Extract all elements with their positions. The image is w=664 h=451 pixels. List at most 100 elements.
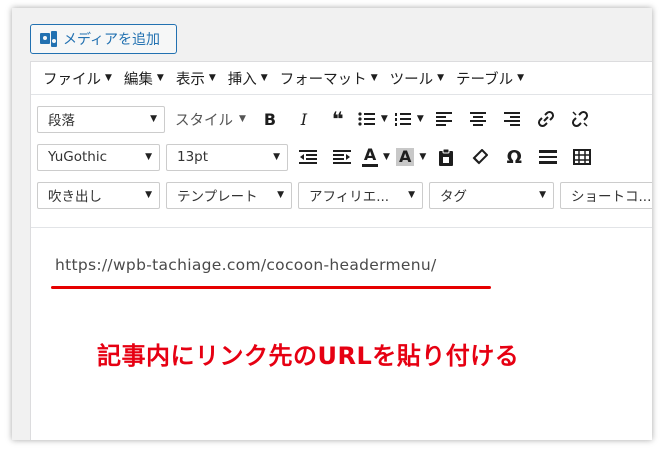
quote-icon: ❝	[332, 107, 344, 131]
clipboard-icon	[439, 148, 454, 166]
add-media-label: メディアを追加	[63, 32, 161, 48]
text-color-button[interactable]: A ▼	[362, 143, 390, 171]
chevron-down-icon: ▼	[370, 73, 378, 83]
bullet-list-icon	[358, 112, 375, 126]
menu-view[interactable]: 表示 ▼	[170, 68, 222, 89]
editor-toolbars: 段落 ▼ スタイル ▼ B I ❝ ▼ ▼ YuGothic ▼ 13pt ▼ …	[31, 95, 652, 214]
shortcode-select[interactable]: ショートコ...	[560, 181, 652, 209]
affiliate-select[interactable]: アフィリエ... ▼	[298, 181, 423, 209]
style-dropdown-label: スタイル	[175, 112, 233, 129]
numbered-list-button[interactable]: ▼	[394, 105, 424, 133]
chevron-down-icon: ▼	[208, 73, 216, 83]
special-character-button[interactable]: Ω	[500, 143, 528, 171]
indent-button[interactable]	[328, 143, 356, 171]
eraser-icon	[472, 149, 489, 165]
pasted-url-text: https://wpb-tachiage.com/cocoon-headerme…	[55, 256, 437, 274]
add-media-button[interactable]: メディアを追加	[30, 24, 177, 54]
affiliate-select-value: アフィリエ...	[309, 189, 390, 205]
menu-file[interactable]: ファイル ▼	[37, 68, 118, 89]
menu-format-label: フォーマット	[279, 71, 367, 88]
menu-file-label: ファイル	[43, 71, 101, 88]
background-color-glyph: A	[399, 147, 412, 166]
chevron-down-icon: ▼	[517, 73, 525, 83]
paste-as-text-button[interactable]	[432, 143, 460, 171]
url-highlight-underline	[51, 286, 491, 289]
clear-formatting-button[interactable]	[466, 143, 494, 171]
chevron-down-icon: ▼	[105, 73, 112, 83]
indent-icon	[333, 150, 351, 164]
chevron-down-icon: ▼	[416, 114, 424, 124]
chevron-down-icon: ▼	[437, 73, 445, 83]
font-family-select[interactable]: YuGothic ▼	[37, 143, 160, 171]
blockquote-button[interactable]: ❝	[324, 105, 352, 133]
link-icon	[537, 110, 554, 128]
font-size-select[interactable]: 13pt ▼	[166, 143, 288, 171]
align-left-icon	[435, 112, 452, 126]
chevron-down-icon: ▼	[380, 114, 388, 124]
chevron-down-icon: ▼	[239, 114, 246, 124]
style-dropdown[interactable]: スタイル ▼	[171, 109, 250, 130]
bold-button[interactable]: B	[256, 105, 284, 133]
tag-select[interactable]: タグ ▼	[429, 181, 554, 209]
insert-link-button[interactable]	[532, 105, 560, 133]
menu-insert-label: 挿入	[227, 71, 257, 88]
chevron-down-icon: ▼	[419, 152, 427, 162]
outdent-button[interactable]	[294, 143, 322, 171]
menu-view-label: 表示	[175, 71, 205, 88]
remove-link-button[interactable]	[566, 105, 594, 133]
table-button[interactable]	[568, 143, 596, 171]
background-color-button[interactable]: A ▼	[396, 143, 426, 171]
chevron-down-icon: ▼	[156, 73, 164, 83]
italic-button[interactable]: I	[290, 105, 318, 133]
format-select[interactable]: 段落 ▼	[37, 105, 165, 133]
align-left-button[interactable]	[430, 105, 458, 133]
chevron-down-icon: ▼	[277, 190, 284, 200]
bold-icon: B	[263, 109, 277, 129]
add-media-icon	[39, 30, 59, 48]
font-family-value: YuGothic	[48, 149, 107, 165]
background-color-icon: A	[396, 147, 415, 166]
menu-tools[interactable]: ツール ▼	[384, 68, 450, 89]
tinymce-editor: ファイル ▼ 編集 ▼ 表示 ▼ 挿入 ▼ フォーマット ▼ ツール ▼ テーブル ▼ 段落 …	[30, 61, 652, 440]
chevron-down-icon: ▼	[539, 190, 546, 200]
text-color-glyph: A	[363, 145, 377, 164]
chevron-down-icon: ▼	[408, 190, 415, 200]
menu-tools-label: ツール	[389, 71, 434, 88]
editor-frame: メディアを追加 ファイル ▼ 編集 ▼ 表示 ▼ 挿入 ▼ フォーマット ▼ ツール ▼ テ…	[12, 8, 652, 440]
chevron-down-icon: ▼	[150, 114, 157, 124]
instruction-annotation: 記事内にリンク先のURLを貼り付ける	[97, 342, 520, 370]
menu-edit-label: 編集	[123, 71, 153, 88]
outdent-icon	[299, 150, 317, 164]
menu-table-label: テーブル	[456, 71, 514, 88]
shortcode-select-value: ショートコ...	[571, 189, 652, 205]
toolbar-row-1: 段落 ▼ スタイル ▼ B I ❝ ▼ ▼	[37, 100, 652, 138]
chevron-down-icon: ▼	[145, 190, 152, 200]
menu-edit[interactable]: 編集 ▼	[118, 68, 170, 89]
unlink-icon	[571, 110, 588, 128]
table-icon	[573, 149, 592, 165]
chevron-down-icon: ▼	[145, 152, 152, 162]
balloon-select[interactable]: 吹き出し ▼	[37, 181, 160, 209]
menu-table[interactable]: テーブル ▼	[450, 68, 530, 89]
numbered-list-icon	[394, 113, 411, 126]
font-size-value: 13pt	[177, 149, 209, 165]
bullet-list-button[interactable]: ▼	[358, 105, 388, 133]
editor-content-area[interactable]: https://wpb-tachiage.com/cocoon-headerme…	[31, 227, 652, 440]
menu-format[interactable]: フォーマット ▼	[274, 68, 384, 89]
text-color-icon: A	[362, 145, 379, 167]
italic-icon: I	[300, 109, 308, 129]
align-center-icon	[469, 112, 486, 126]
chevron-down-icon: ▼	[383, 152, 390, 162]
format-select-value: 段落	[48, 113, 75, 129]
align-right-button[interactable]	[498, 105, 526, 133]
tag-select-value: タグ	[440, 189, 467, 205]
editor-menubar: ファイル ▼ 編集 ▼ 表示 ▼ 挿入 ▼ フォーマット ▼ ツール ▼ テーブル ▼	[31, 62, 652, 95]
menu-insert[interactable]: 挿入 ▼	[222, 68, 274, 89]
horizontal-line-button[interactable]	[534, 143, 562, 171]
align-center-button[interactable]	[464, 105, 492, 133]
template-select[interactable]: テンプレート ▼	[166, 181, 292, 209]
toolbar-row-3: 吹き出し ▼ テンプレート ▼ アフィリエ... ▼ タグ ▼ ショートコ...	[37, 176, 652, 214]
omega-icon: Ω	[506, 146, 522, 168]
text-color-swatch	[362, 164, 379, 167]
chevron-down-icon: ▼	[273, 152, 280, 162]
